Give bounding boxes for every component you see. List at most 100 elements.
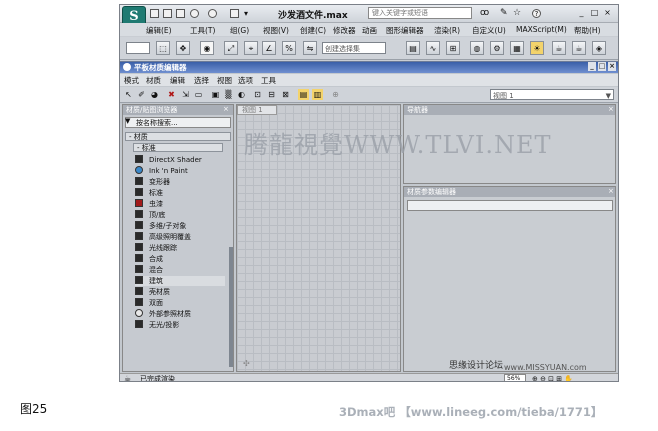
render-iterative-icon[interactable]: ◈ — [592, 41, 606, 55]
zoom-tools-icon[interactable]: ⊕ ⊖ ⊡ ⊞ ✋ — [532, 374, 573, 381]
material-id-icon[interactable]: ⊡ — [252, 89, 263, 100]
material-name-field[interactable] — [407, 200, 613, 211]
sme-menu-select[interactable]: 选择 — [194, 75, 209, 86]
list-item[interactable]: 光线跟踪 — [135, 243, 225, 253]
layout-children-icon[interactable]: ⊠ — [280, 89, 291, 100]
list-item[interactable]: 双面 — [135, 298, 225, 308]
sme-menu-edit[interactable]: 编辑 — [170, 75, 185, 86]
list-item[interactable]: 虫漆 — [135, 199, 225, 209]
hide-slots-icon[interactable]: ▭ — [193, 89, 204, 100]
percent-snap-icon[interactable]: % — [282, 41, 296, 55]
menu-modifiers[interactable]: 修改器 — [333, 25, 356, 36]
maximize-button[interactable]: □ — [589, 8, 600, 18]
list-item[interactable]: 顶/底 — [135, 210, 225, 220]
list-item[interactable]: 无光/投影 — [135, 320, 225, 330]
named-selection-set-dropdown[interactable]: 创建选择集 — [322, 42, 386, 54]
scale-icon[interactable]: ⤢ — [224, 41, 238, 55]
rendered-frame-icon[interactable]: ▦ — [510, 41, 524, 55]
sme-menu-view[interactable]: 视图 — [217, 75, 232, 86]
layout-icon[interactable]: ⊟ — [266, 89, 277, 100]
help-search-input[interactable]: 键入关键字或短语 — [368, 7, 472, 19]
list-item[interactable]: 混合 — [135, 265, 225, 275]
list-item[interactable]: Ink 'n Paint — [135, 166, 225, 176]
browser-close-icon[interactable]: × — [223, 105, 229, 113]
list-item[interactable]: 高级照明覆盖 — [135, 232, 225, 242]
project-folder-icon[interactable] — [230, 9, 239, 18]
list-item[interactable]: 壳材质 — [135, 287, 225, 297]
menu-group[interactable]: 组(G) — [230, 25, 249, 36]
mirror-icon[interactable]: ⇋ — [303, 41, 317, 55]
list-item[interactable]: 合成 — [135, 254, 225, 264]
browser-options-icon[interactable]: ▼ — [125, 117, 130, 125]
close-button[interactable]: × — [602, 8, 613, 18]
render-setup-icon[interactable]: ⚙ — [490, 41, 504, 55]
selection-filter-dropdown[interactable] — [126, 42, 150, 54]
zoom-extents-icon[interactable]: ⊕ — [330, 89, 341, 100]
pick-material-icon[interactable]: ✐ — [136, 89, 147, 100]
rotate-icon[interactable]: ◉ — [200, 41, 214, 55]
list-item[interactable]: 标准 — [135, 188, 225, 198]
browser-search-input[interactable]: 按名称搜索... — [125, 117, 231, 128]
select-tool-icon[interactable]: ↖ — [123, 89, 134, 100]
params-toggle-icon[interactable]: ▥ — [312, 89, 323, 100]
list-item[interactable]: DirectX Shader — [135, 155, 225, 165]
menu-views[interactable]: 视图(V) — [263, 25, 289, 36]
layer-manager-icon[interactable]: ▤ — [406, 41, 420, 55]
sme-maximize-button[interactable]: □ — [598, 62, 606, 71]
menu-tools[interactable]: 工具(T) — [190, 25, 215, 36]
menu-animation[interactable]: 动画 — [362, 25, 377, 36]
move-icon[interactable]: ✥ — [176, 41, 190, 55]
assign-material-icon[interactable]: ◕ — [149, 89, 160, 100]
delete-icon[interactable]: ✖ — [166, 89, 177, 100]
menu-rendering[interactable]: 渲染(R) — [434, 25, 460, 36]
sme-menu-modes[interactable]: 模式 — [124, 75, 139, 86]
schematic-view-icon[interactable]: ⊞ — [446, 41, 460, 55]
material-editor-icon[interactable]: ◍ — [470, 41, 484, 55]
binoculars-icon[interactable]: ꝏ — [480, 9, 489, 18]
zoom-value[interactable]: 56% — [504, 374, 526, 381]
view-nav-icon[interactable]: ✣ — [243, 359, 250, 368]
sme-minimize-button[interactable]: _ — [588, 62, 596, 71]
view-selector-dropdown[interactable]: 视图 1 ▼ — [490, 89, 614, 100]
select-icon[interactable]: ⬚ — [156, 41, 170, 55]
angle-snap-icon[interactable]: ∠ — [262, 41, 276, 55]
list-item[interactable]: 建筑 — [135, 276, 225, 286]
view-tab[interactable]: 视图 1 — [237, 105, 277, 115]
list-item[interactable]: 变形器 — [135, 177, 225, 187]
help-icon[interactable]: ? — [532, 9, 541, 18]
sme-menu-material[interactable]: 材质 — [146, 75, 161, 86]
list-item[interactable]: 外部参照材质 — [135, 309, 225, 319]
menu-create[interactable]: 创建(C) — [300, 25, 326, 36]
navigator-close-icon[interactable]: × — [608, 105, 614, 113]
sme-menu-utilities[interactable]: 工具 — [261, 75, 276, 86]
materials-group-header[interactable]: - 材质 — [125, 132, 231, 141]
navigator-toggle-icon[interactable]: ▤ — [298, 89, 309, 100]
params-close-icon[interactable]: × — [608, 187, 614, 195]
menu-maxscript[interactable]: MAXScript(M) — [516, 25, 567, 34]
menu-customize[interactable]: 自定义(U) — [472, 25, 506, 36]
snap-toggle-icon[interactable]: ⌖ — [244, 41, 258, 55]
render-production-icon[interactable]: ☕ — [552, 41, 566, 55]
show-map-icon[interactable]: ▣ — [210, 89, 221, 100]
move-children-icon[interactable]: ⇲ — [180, 89, 191, 100]
sme-close-button[interactable]: × — [608, 62, 616, 71]
dropdown-arrow-icon[interactable]: ▾ — [244, 9, 253, 18]
render-icon[interactable]: ☀ — [530, 41, 544, 55]
sme-menu-options[interactable]: 选项 — [238, 75, 253, 86]
list-item[interactable]: 多维/子对象 — [135, 221, 225, 231]
menu-graph-editors[interactable]: 图形编辑器 — [386, 25, 424, 36]
teapot-icon[interactable]: ☕ — [572, 41, 586, 55]
sample-type-icon[interactable]: ◐ — [236, 89, 247, 100]
undo-icon[interactable] — [190, 9, 199, 18]
background-icon[interactable]: ▒ — [223, 89, 234, 100]
save-icon[interactable] — [176, 9, 185, 18]
menu-help[interactable]: 帮助(H) — [574, 25, 601, 36]
new-file-icon[interactable] — [150, 9, 159, 18]
open-folder-icon[interactable] — [163, 9, 172, 18]
communication-icon[interactable]: ✎ — [500, 9, 509, 18]
standard-subgroup-header[interactable]: - 标准 — [133, 143, 223, 152]
menu-edit[interactable]: 编辑(E) — [146, 25, 172, 36]
minimize-button[interactable]: _ — [576, 8, 587, 18]
star-icon[interactable]: ☆ — [513, 9, 522, 18]
redo-icon[interactable] — [208, 9, 217, 18]
